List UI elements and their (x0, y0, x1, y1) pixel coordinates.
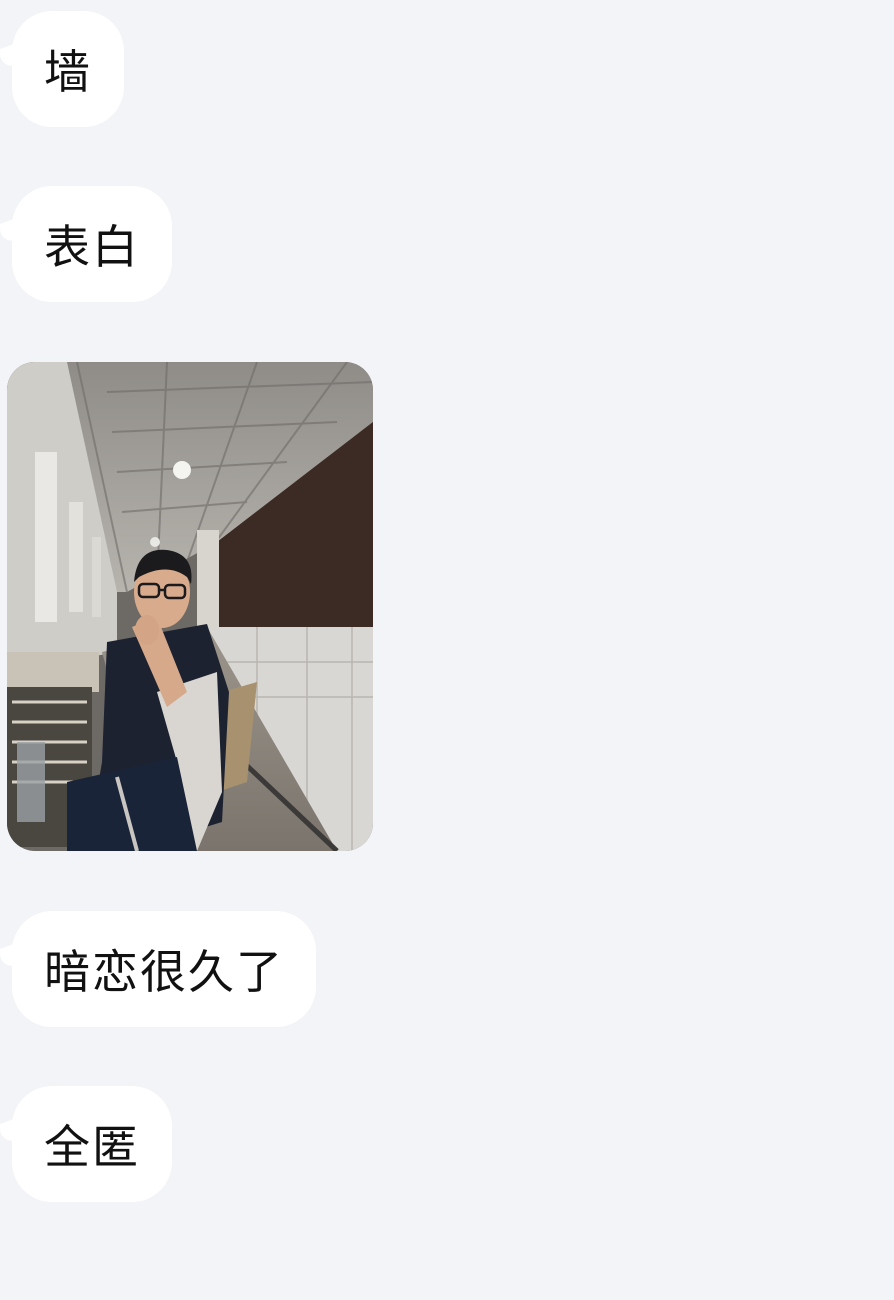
message-text: 全匿 (44, 1120, 140, 1174)
photo-image (7, 362, 373, 851)
message-bubble-2[interactable]: 表白 (0, 186, 172, 302)
message-bubble-1[interactable]: 墙 (0, 11, 124, 127)
message-text: 墙 (44, 45, 92, 99)
bubble-tail (0, 1115, 22, 1147)
message-text: 暗恋很久了 (44, 945, 284, 999)
photo-message[interactable] (7, 362, 373, 851)
message-text: 表白 (44, 220, 140, 274)
bubble-tail (0, 40, 22, 72)
bubble-tail (0, 940, 22, 972)
ceiling-light (173, 461, 191, 479)
bubble-tail (0, 215, 22, 247)
chat-area: 墙 表白 暗恋很久了 全匿 (0, 0, 894, 1300)
message-bubble-3[interactable]: 暗恋很久了 (0, 911, 316, 1027)
message-bubble-4[interactable]: 全匿 (0, 1086, 172, 1202)
